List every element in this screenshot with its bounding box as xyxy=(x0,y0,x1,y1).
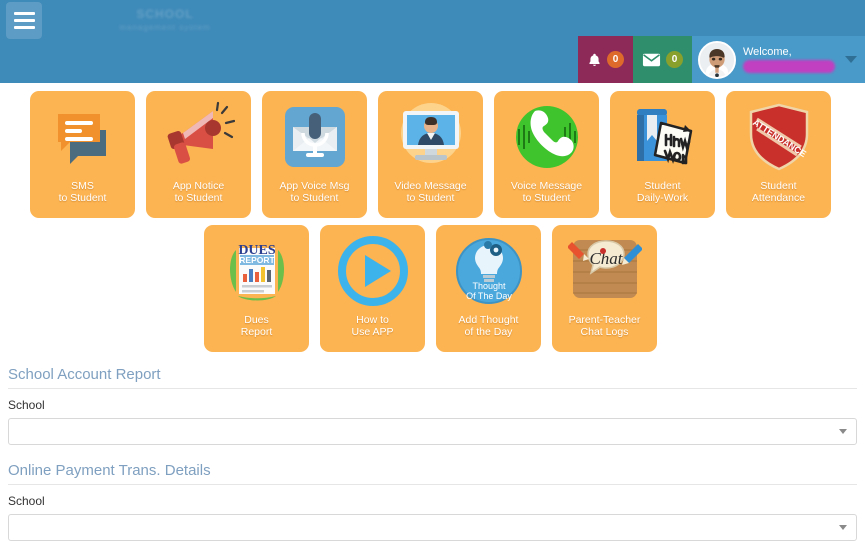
svg-text:Thought: Thought xyxy=(472,281,506,291)
tile-parent-teacher-chat-logs[interactable]: Chat Parent-Teacher Chat Logs xyxy=(552,225,657,352)
tile-label-line1: Parent-Teacher xyxy=(568,314,641,326)
tile-row-2: DUES REPORT Dues Report How to Use APP T… xyxy=(0,218,865,352)
tile-label-line2: to Student xyxy=(406,192,455,204)
messages-button[interactable]: 0 xyxy=(633,36,692,83)
tile-label-line2: Attendance xyxy=(751,192,806,204)
tile-app-notice-to-student[interactable]: App Notice to Student xyxy=(146,91,251,218)
chevron-down-icon xyxy=(839,429,847,434)
chevron-down-icon xyxy=(839,525,847,530)
avatar xyxy=(698,40,736,79)
tile-label: App Notice to Student xyxy=(171,180,226,204)
tile-row-1: SMS to Student App Notice to Student App… xyxy=(0,91,865,218)
brand-logo[interactable]: SCHOOL management system xyxy=(95,8,235,38)
user-menu-caret-down-icon[interactable] xyxy=(845,56,857,63)
svg-text:Of The Day: Of The Day xyxy=(466,291,512,301)
school-select-online-payment[interactable] xyxy=(8,514,857,541)
chat-bubbles-icon xyxy=(30,91,135,180)
tile-label: App Voice Msg to Student xyxy=(277,180,351,204)
user-avatar-icon xyxy=(700,42,734,77)
tile-label: Parent-Teacher Chat Logs xyxy=(567,314,643,338)
lightbulb-thought-icon: Thought Of The Day xyxy=(436,225,541,314)
tile-label-line2: Use APP xyxy=(351,326,394,338)
message-count-badge: 0 xyxy=(666,51,683,68)
tile-label-line1: Voice Message xyxy=(510,180,583,192)
phone-handset-icon xyxy=(494,91,599,180)
page-title: School Account Report xyxy=(8,366,857,389)
brand-logo-line1: SCHOOL xyxy=(136,7,194,21)
hamburger-bar xyxy=(13,12,35,15)
tile-how-to-use-app[interactable]: How to Use APP xyxy=(320,225,425,352)
section-school-account-report: School Account Report School xyxy=(8,366,857,445)
report-sections: School Account Report School Online Paym… xyxy=(0,352,865,541)
welcome-label: Welcome, xyxy=(743,46,792,58)
user-menu[interactable]: Welcome, xyxy=(692,36,865,83)
tile-label-line1: Dues xyxy=(244,314,269,326)
tile-label-line1: Student xyxy=(644,180,681,192)
tile-label: SMS to Student xyxy=(57,180,109,204)
header-right-controls: 0 0 Welcome, xyxy=(578,36,865,83)
tile-label-line1: Video Message xyxy=(394,180,467,192)
tile-label-line2: to Student xyxy=(290,192,339,204)
top-header-bar: SCHOOL management system 0 0 Welcome, xyxy=(0,0,865,83)
svg-text:Chat: Chat xyxy=(589,249,623,268)
tile-label-line1: Student xyxy=(760,180,797,192)
notification-count-badge: 0 xyxy=(607,51,624,68)
tile-label: Voice Message to Student xyxy=(509,180,584,204)
tile-label-line2: Daily-Work xyxy=(636,192,689,204)
tile-label-line1: How to xyxy=(356,314,389,326)
school-field-label: School xyxy=(8,494,45,508)
chat-pencils-icon: Chat xyxy=(552,225,657,314)
hamburger-bar xyxy=(13,26,35,29)
svg-text:REPORT: REPORT xyxy=(239,255,275,265)
tile-label-line1: Add Thought xyxy=(458,314,519,326)
tile-video-message-to-student[interactable]: Video Message to Student xyxy=(378,91,483,218)
tile-label-line2: to Student xyxy=(58,192,107,204)
dashboard-tiles: SMS to Student App Notice to Student App… xyxy=(0,83,865,352)
tile-dues-report[interactable]: DUES REPORT Dues Report xyxy=(204,225,309,352)
homework-book-icon xyxy=(610,91,715,180)
tile-label: Dues Report xyxy=(239,314,275,338)
dues-report-icon: DUES REPORT xyxy=(204,225,309,314)
tile-label: Student Attendance xyxy=(750,180,807,204)
bell-icon xyxy=(589,53,600,66)
section-online-payment-trans-details: Online Payment Trans. Details School xyxy=(8,462,857,541)
tile-label: Video Message to Student xyxy=(392,180,468,204)
tile-label-line1: App Voice Msg xyxy=(279,180,350,192)
notifications-button[interactable]: 0 xyxy=(578,36,633,83)
attendance-shield-icon: ATTENDANCE xyxy=(726,91,831,180)
tile-label-line2: Chat Logs xyxy=(580,326,629,338)
section-divider-spacer xyxy=(8,445,857,462)
tile-label-line1: App Notice xyxy=(172,180,225,192)
tile-label: Student Daily-Work xyxy=(635,180,690,204)
school-field-label: School xyxy=(8,398,45,412)
tile-label: Add Thought of the Day xyxy=(457,314,521,338)
brand-logo-line2: management system xyxy=(119,23,211,32)
hamburger-bar xyxy=(13,19,35,22)
tile-label-line2: to Student xyxy=(174,192,223,204)
tile-student-daily-work[interactable]: Student Daily-Work xyxy=(610,91,715,218)
voice-envelope-icon xyxy=(262,91,367,180)
welcome-block: Welcome, xyxy=(743,46,835,73)
tile-label-line1: SMS xyxy=(71,180,94,192)
tile-label: How to Use APP xyxy=(349,314,395,338)
tile-app-voice-msg-to-student[interactable]: App Voice Msg to Student xyxy=(262,91,367,218)
play-button-icon xyxy=(320,225,425,314)
tile-add-thought-of-the-day[interactable]: Thought Of The Day Add Thought of the Da… xyxy=(436,225,541,352)
username-redacted xyxy=(743,60,835,73)
tile-sms-to-student[interactable]: SMS to Student xyxy=(30,91,135,218)
megaphone-icon xyxy=(146,91,251,180)
hamburger-menu-icon[interactable] xyxy=(6,2,42,39)
envelope-icon xyxy=(642,53,661,66)
video-monitor-icon xyxy=(378,91,483,180)
tile-voice-message-to-student[interactable]: Voice Message to Student xyxy=(494,91,599,218)
tile-label-line2: Report xyxy=(240,326,273,338)
tile-label-line2: of the Day xyxy=(464,326,513,338)
section-title: Online Payment Trans. Details xyxy=(8,462,857,485)
tile-student-attendance[interactable]: ATTENDANCE Student Attendance xyxy=(726,91,831,218)
school-select-account-report[interactable] xyxy=(8,418,857,445)
tile-label-line2: to Student xyxy=(522,192,571,204)
